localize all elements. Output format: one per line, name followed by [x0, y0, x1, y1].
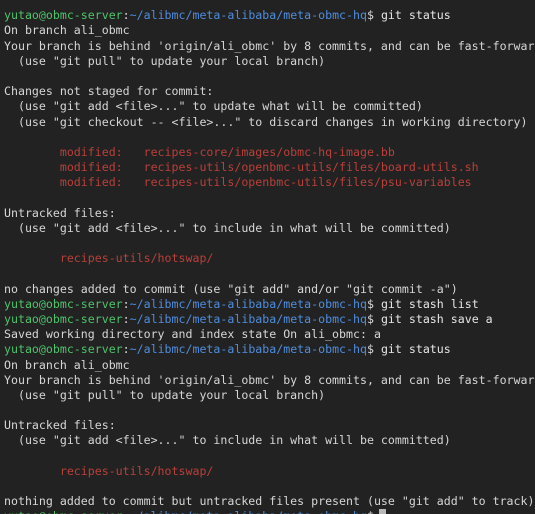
terminal-output-line: (use "git add <file>..." to include in w… — [4, 221, 535, 236]
terminal-output-line — [4, 130, 535, 145]
output-text: Your branch is behind 'origin/ali_obmc' … — [4, 372, 535, 387]
terminal-prompt-line: yutao@obmc-server:~/alibmc/meta-alibaba/… — [4, 342, 535, 357]
terminal-output-line: (use "git pull" to update your local bra… — [4, 54, 535, 69]
terminal-prompt-line: yutao@obmc-server:~/alibmc/meta-alibaba/… — [4, 509, 535, 514]
prompt-path: ~/alibmc/meta-alibaba/meta-obmc-hq — [129, 342, 367, 357]
terminal-output-line: (use "git pull" to update your local bra… — [4, 388, 535, 403]
terminal-file-line: modified: recipes-utils/openbmc-utils/fi… — [4, 160, 535, 175]
terminal-output-line — [4, 403, 535, 418]
terminal-file-line: modified: recipes-utils/openbmc-utils/fi… — [4, 175, 535, 190]
prompt-user-host: yutao@obmc-server — [4, 342, 123, 357]
terminal-file-line: recipes-utils/hotswap/ — [4, 464, 535, 479]
terminal-output-line: Your branch is behind 'origin/ali_obmc' … — [4, 373, 535, 388]
terminal-file-line: recipes-utils/hotswap/ — [4, 251, 535, 266]
terminal-clipped-line — [4, 0, 535, 8]
clipped-text — [4, 0, 11, 7]
terminal-output-line: On branch ali_obmc — [4, 358, 535, 373]
prompt-path: ~/alibmc/meta-alibaba/meta-obmc-hq — [129, 8, 367, 23]
terminal-output-line: (use "git add <file>..." to include in w… — [4, 433, 535, 448]
terminal-command: git stash list — [373, 296, 479, 311]
terminal-window[interactable]: yutao@obmc-server:~/alibmc/meta-alibaba/… — [0, 0, 535, 514]
terminal-cursor — [378, 509, 386, 514]
terminal-command: git status — [373, 8, 451, 23]
file-path-text: modified: recipes-core/images/obmc-hq-im… — [4, 144, 395, 159]
terminal-output-line — [4, 69, 535, 84]
terminal-output-line: Changes not staged for commit: — [4, 84, 535, 99]
terminal-file-line: modified: recipes-core/images/obmc-hq-im… — [4, 145, 535, 160]
terminal-prompt-line: yutao@obmc-server:~/alibmc/meta-alibaba/… — [4, 312, 535, 327]
terminal-output-line: (use "git checkout -- <file>..." to disc… — [4, 115, 535, 130]
terminal-screen: yutao@obmc-server:~/alibmc/meta-alibaba/… — [4, 0, 535, 514]
terminal-command: git status — [373, 342, 451, 357]
output-text: Saved working directory and index state … — [4, 327, 381, 342]
prompt-separator: : — [122, 311, 130, 326]
output-text: (use "git add <file>..." to update what … — [4, 99, 423, 114]
terminal-output-line: Saved working directory and index state … — [4, 327, 535, 342]
output-text: Untracked files: — [4, 418, 116, 433]
terminal-output-line — [4, 479, 535, 494]
prompt-user-host: yutao@obmc-server — [4, 509, 123, 514]
terminal-command: git stash save a — [373, 311, 493, 326]
terminal-output-line — [4, 449, 535, 464]
output-text: On branch ali_obmc — [4, 357, 130, 372]
prompt-user-host: yutao@obmc-server — [4, 311, 123, 326]
terminal-output-line: nothing added to commit but untracked fi… — [4, 494, 535, 509]
terminal-output-line — [4, 190, 535, 205]
terminal-output-line: Untracked files: — [4, 206, 535, 221]
output-text: (use "git add <file>..." to include in w… — [4, 433, 451, 448]
output-text: nothing added to commit but untracked fi… — [4, 494, 535, 509]
output-text: On branch ali_obmc — [4, 23, 130, 38]
output-text: Your branch is behind 'origin/ali_obmc' … — [4, 38, 535, 53]
prompt-dollar: $ — [366, 8, 374, 23]
file-path-text: modified: recipes-utils/openbmc-utils/fi… — [4, 175, 472, 190]
prompt-separator: : — [123, 509, 130, 514]
file-path-text: recipes-utils/hotswap/ — [4, 463, 214, 478]
output-text: Untracked files: — [4, 205, 116, 220]
prompt-path: ~/alibmc/meta-alibaba/meta-obmc-hq — [129, 296, 367, 311]
terminal-prompt-line: yutao@obmc-server:~/alibmc/meta-alibaba/… — [4, 8, 535, 23]
prompt-separator: : — [122, 296, 130, 311]
file-path-text: recipes-utils/hotswap/ — [4, 251, 214, 266]
output-text: (use "git checkout -- <file>..." to disc… — [4, 114, 528, 129]
terminal-output-line — [4, 236, 535, 251]
prompt-path: ~/alibmc/meta-alibaba/meta-obmc-hq — [129, 311, 367, 326]
prompt-dollar: $ — [366, 296, 374, 311]
output-text: (use "git pull" to update your local bra… — [4, 387, 326, 402]
terminal-output-line: (use "git add <file>..." to update what … — [4, 99, 535, 114]
prompt-user-host: yutao@obmc-server — [4, 8, 123, 23]
prompt-dollar: $ — [367, 509, 374, 514]
terminal-output-line: Your branch is behind 'origin/ali_obmc' … — [4, 39, 535, 54]
terminal-output-line: On branch ali_obmc — [4, 23, 535, 38]
prompt-path: ~/alibmc/meta-alibaba/meta-obmc-hq — [130, 509, 367, 514]
output-text: (use "git add <file>..." to include in w… — [4, 220, 451, 235]
output-text: no changes added to commit (use "git add… — [4, 281, 458, 296]
terminal-output-line — [4, 266, 535, 281]
prompt-dollar: $ — [366, 311, 374, 326]
output-text: Changes not staged for commit: — [4, 84, 214, 99]
output-text: (use "git pull" to update your local bra… — [4, 53, 326, 68]
terminal-output-line: Untracked files: — [4, 418, 535, 433]
terminal-prompt-line: yutao@obmc-server:~/alibmc/meta-alibaba/… — [4, 297, 535, 312]
prompt-user-host: yutao@obmc-server — [4, 296, 123, 311]
prompt-separator: : — [122, 8, 130, 23]
file-path-text: modified: recipes-utils/openbmc-utils/fi… — [4, 160, 479, 175]
prompt-dollar: $ — [366, 342, 374, 357]
prompt-separator: : — [122, 342, 130, 357]
terminal-output-line: no changes added to commit (use "git add… — [4, 282, 535, 297]
